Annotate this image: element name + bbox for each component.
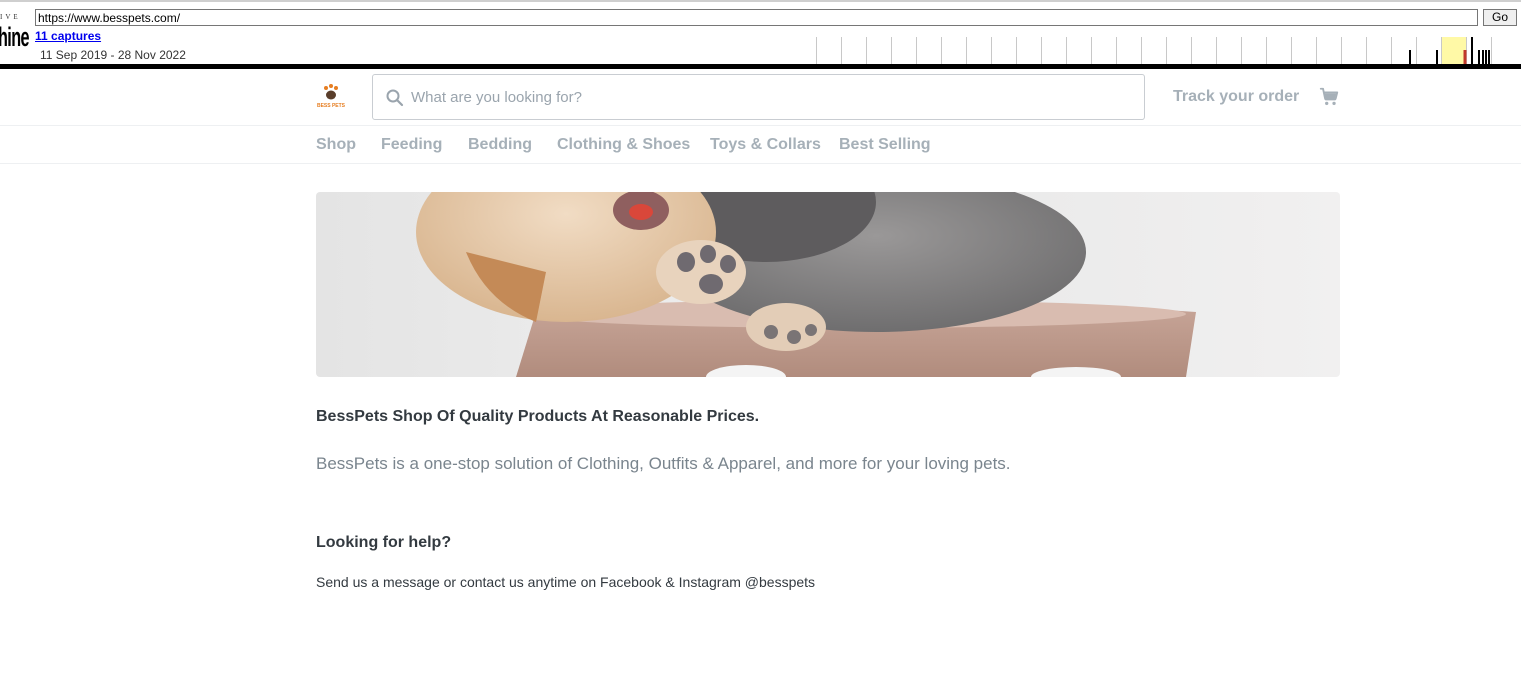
search-input[interactable] (411, 75, 1131, 119)
hero-banner-image (316, 192, 1340, 377)
besspets-logo[interactable]: BESS PETS (316, 82, 346, 112)
wayback-captures-link[interactable]: 11 captures (35, 29, 101, 43)
wayback-url-input[interactable] (35, 9, 1478, 26)
nav-item-best-selling[interactable]: Best Selling (839, 136, 931, 154)
wayback-sparkline[interactable] (816, 37, 1516, 64)
hero-illustration (416, 192, 1196, 377)
logo-text: BESS PETS (317, 103, 346, 109)
nav-item-shop[interactable]: Shop (316, 136, 356, 154)
nav-item-feeding[interactable]: Feeding (381, 136, 442, 154)
wayback-logo-top: IVE (0, 13, 21, 21)
help-text: Send us a message or contact us anytime … (316, 574, 816, 590)
nav-item-bedding[interactable]: Bedding (468, 136, 532, 154)
cart-icon[interactable] (1318, 86, 1340, 108)
main-nav: Shop Feeding Bedding Clothing & Shoes To… (0, 126, 1521, 164)
help-title: Looking for help? (316, 534, 452, 551)
nav-item-clothing-shoes[interactable]: Clothing & Shoes (557, 136, 690, 154)
wayback-toolbar: IVE hine Go 11 captures 11 Sep 2019 - 28… (0, 0, 1521, 69)
wayback-go-button[interactable]: Go (1483, 9, 1517, 26)
site-header: BESS PETS Track your order (0, 69, 1521, 126)
wayback-logo[interactable]: hine (0, 22, 30, 53)
search-box[interactable] (372, 74, 1145, 120)
page-headline: BessPets Shop Of Quality Products At Rea… (316, 408, 760, 425)
search-icon (386, 89, 404, 107)
page-description: BessPets is a one-stop solution of Cloth… (316, 454, 1011, 473)
wayback-date-range: 11 Sep 2019 - 28 Nov 2022 (40, 48, 186, 62)
nav-item-toys-collars[interactable]: Toys & Collars (710, 136, 821, 154)
track-order-link[interactable]: Track your order (1173, 88, 1299, 106)
